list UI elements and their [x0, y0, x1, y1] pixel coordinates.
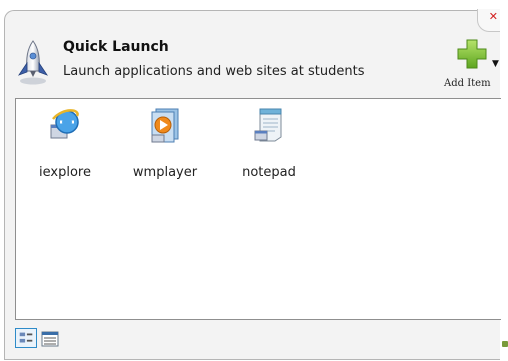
media-player-icon — [151, 108, 179, 143]
app-item-notepad[interactable]: notepad — [224, 107, 314, 187]
close-icon[interactable]: ✕ — [477, 9, 500, 32]
add-item-button[interactable]: ▼ Add Item — [441, 37, 505, 95]
dropdown-arrow-icon[interactable]: ▼ — [492, 60, 499, 69]
resize-grip-icon[interactable] — [502, 341, 508, 347]
icons-view-button[interactable] — [15, 328, 37, 348]
internet-explorer-icon — [50, 109, 79, 139]
notepad-icon — [254, 108, 282, 142]
add-item-label: Add Item — [444, 78, 491, 89]
app-name: notepad — [242, 165, 296, 180]
app-name: iexplore — [39, 165, 91, 180]
app-list: iexplore wmplayer notepad — [15, 98, 501, 320]
rocket-icon — [17, 40, 49, 85]
app-name: wmplayer — [132, 165, 198, 180]
panel-title: Quick Launch — [63, 39, 169, 55]
app-item-iexplore[interactable]: iexplore — [20, 107, 110, 187]
quick-launch-panel: ✕ Quick Launch Launch applications and w… — [4, 9, 501, 360]
plus-icon — [457, 39, 487, 69]
details-view-button[interactable] — [39, 329, 61, 349]
app-item-wmplayer[interactable]: wmplayer — [120, 107, 210, 187]
panel-subtitle: Launch applications and web sites at stu… — [63, 64, 365, 79]
